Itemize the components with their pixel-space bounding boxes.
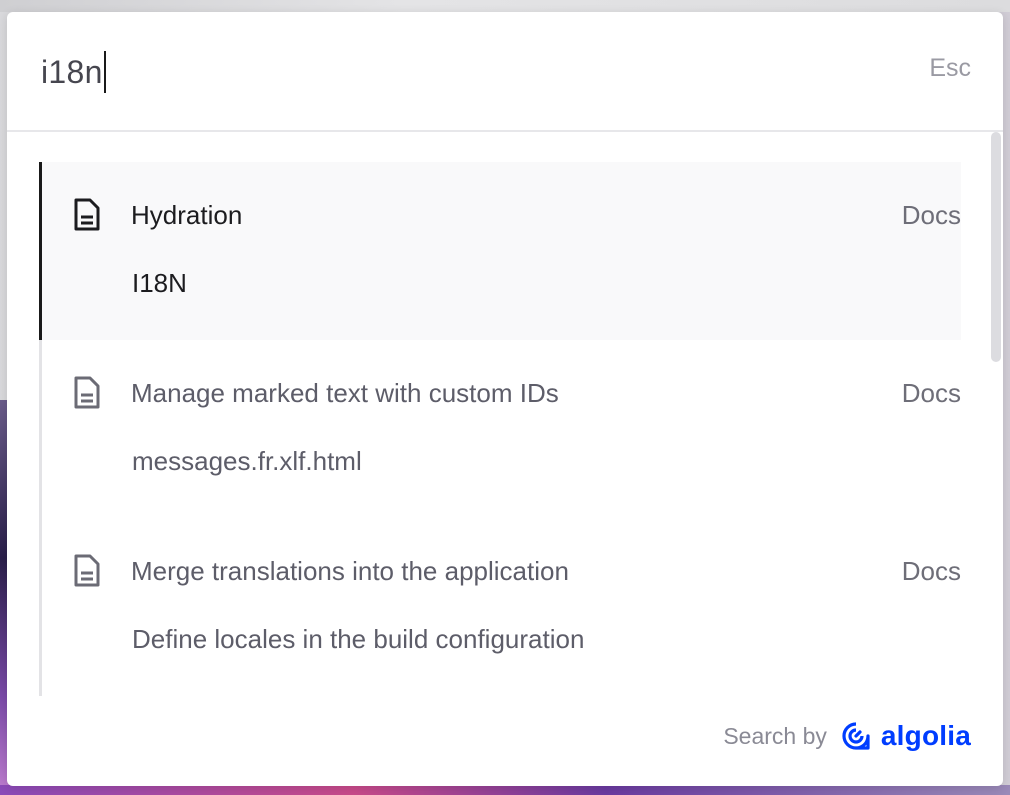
- result-tag: Docs: [901, 378, 961, 408]
- search-by-label: Search by: [723, 722, 827, 749]
- algolia-logo-icon: [842, 722, 870, 750]
- result-tag: Docs: [901, 556, 961, 586]
- search-footer[interactable]: Search by algolia: [723, 720, 971, 752]
- result-subtitle: Define locales in the build configuratio…: [132, 624, 585, 654]
- result-subtitle: messages.fr.xlf.html: [132, 446, 362, 476]
- results-scrollbar[interactable]: [991, 132, 1001, 362]
- algolia-wordmark: algolia: [880, 720, 971, 751]
- backdrop-top: [0, 0, 1010, 12]
- result-item-hydration[interactable]: Hydration Docs I18N: [39, 162, 961, 340]
- document-icon: [74, 376, 100, 409]
- result-item-merge-translations[interactable]: Merge translations into the application …: [39, 518, 961, 696]
- result-item-custom-ids[interactable]: Manage marked text with custom IDs Docs …: [39, 340, 961, 518]
- search-input[interactable]: i18n: [41, 48, 106, 96]
- search-query: i18n: [41, 54, 103, 90]
- document-icon: [74, 198, 100, 231]
- esc-button[interactable]: Esc: [929, 54, 971, 83]
- document-icon: [74, 554, 100, 587]
- results-list: Hydration Docs I18N Manage marked text w…: [39, 162, 989, 696]
- result-title: Merge translations into the application: [131, 556, 569, 586]
- backdrop-bottom: [0, 785, 1010, 795]
- result-subtitle: I18N: [132, 268, 187, 298]
- search-bar: i18n Esc: [7, 12, 1003, 132]
- result-tag: Docs: [901, 200, 961, 230]
- result-title: Manage marked text with custom IDs: [131, 378, 559, 408]
- search-dialog: i18n Esc Hydration Docs I18N Manage mark…: [7, 12, 1003, 786]
- result-title: Hydration: [131, 200, 243, 230]
- text-caret: [103, 51, 106, 93]
